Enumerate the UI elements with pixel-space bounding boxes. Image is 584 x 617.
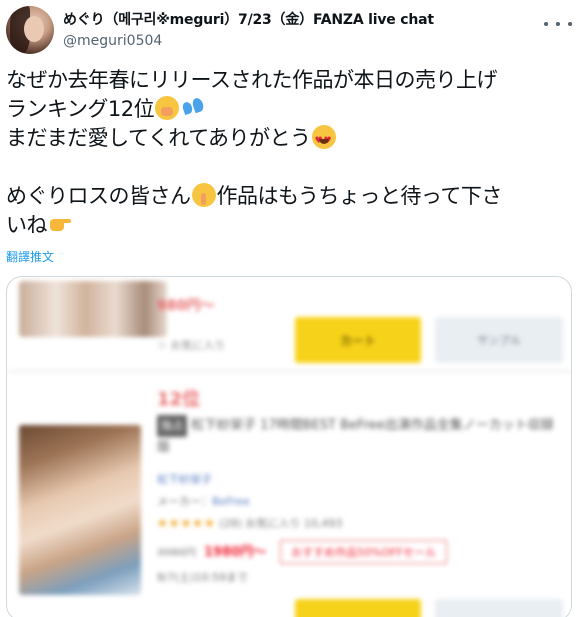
actress-name: 松下紗栄子 [157, 473, 212, 486]
tweet-line-1: なぜか去年春にリリースされた作品が本日の売り上げ [6, 68, 497, 92]
tweet-text: なぜか去年春にリリースされた作品が本日の売り上げ ランキング12位 まだまだ愛し… [6, 66, 578, 240]
tweet-line-2: ランキング12位 [6, 97, 155, 121]
avatar[interactable] [6, 6, 54, 54]
dot [568, 22, 572, 26]
product-thumbnail-top [19, 281, 167, 337]
top-meta: ☆ お気に入り [157, 339, 226, 352]
heart-eyes-icon [311, 125, 336, 156]
date-line: 8/7(土)10:59まで [157, 571, 248, 584]
user-handle[interactable]: @meguri0504 [63, 31, 533, 51]
sample-button-2 [435, 599, 563, 617]
tweet: めぐり（메구리※meguri）7/23（金）FANZA live chat @m… [0, 0, 584, 617]
divider [7, 371, 571, 372]
rating-line: ★★★★★ (28) お気に入り 10,493 [157, 516, 343, 530]
sale-banner: おすすめ作品50%OFFセール [280, 540, 447, 564]
old-price: 3980円 [157, 546, 196, 559]
star-rating-icon: ★★★★★ [157, 516, 216, 530]
sample-button: サンプル [435, 317, 563, 363]
exclusive-badge: 独占 [157, 415, 187, 437]
title-text: 松下紗栄子 17時間BEST BeFree出演作品全集ノーカット収録版 [157, 418, 554, 455]
avatar-face [24, 16, 44, 42]
attached-image-card[interactable]: 980円〜 ☆ お気に入り カート サンプル 12位 独占 松下紗栄子 17時間B… [6, 276, 572, 617]
maker-line: メーカー：BeFree [157, 495, 250, 508]
tweet-line-6: いね [6, 213, 48, 237]
product-thumbnail [19, 425, 141, 595]
dot [556, 22, 560, 26]
hand-over-mouth-icon [155, 96, 180, 120]
dot [544, 22, 548, 26]
sale-price: 1980円〜 [204, 545, 267, 560]
tweet-line-5a: めぐりロスの皆さん [6, 184, 191, 208]
translate-tweet-link[interactable]: 翻譯推文 [6, 249, 54, 265]
top-price: 980円〜 [157, 298, 215, 314]
ranking-label: 12位 [157, 389, 201, 410]
shushing-face-icon [191, 183, 216, 207]
cart-button-2 [295, 599, 421, 617]
tweet-line-5b: 作品はもうちょっと待って下さ [216, 184, 503, 208]
cart-button: カート [295, 317, 421, 363]
product-title: 独占 松下紗栄子 17時間BEST BeFree出演作品全集ノーカット収録版 [157, 415, 557, 459]
author-names: めぐり（메구리※meguri）7/23（金）FANZA live chat @m… [63, 10, 533, 51]
pointing-hand-icon [48, 212, 72, 236]
tweet-header: めぐり（메구리※meguri）7/23（金）FANZA live chat @m… [6, 4, 578, 60]
more-options-icon[interactable] [544, 14, 572, 34]
blurred-screenshot: 980円〜 ☆ お気に入り カート サンプル 12位 独占 松下紗栄子 17時間B… [7, 277, 571, 617]
price-line: 3980円 1980円〜 おすすめ作品50%OFFセール [157, 540, 447, 564]
tweet-line-3: まだまだ愛してくれてありがとう [6, 126, 311, 150]
display-name[interactable]: めぐり（메구리※meguri）7/23（金）FANZA live chat [63, 10, 533, 30]
sweat-droplets-icon [181, 96, 205, 120]
